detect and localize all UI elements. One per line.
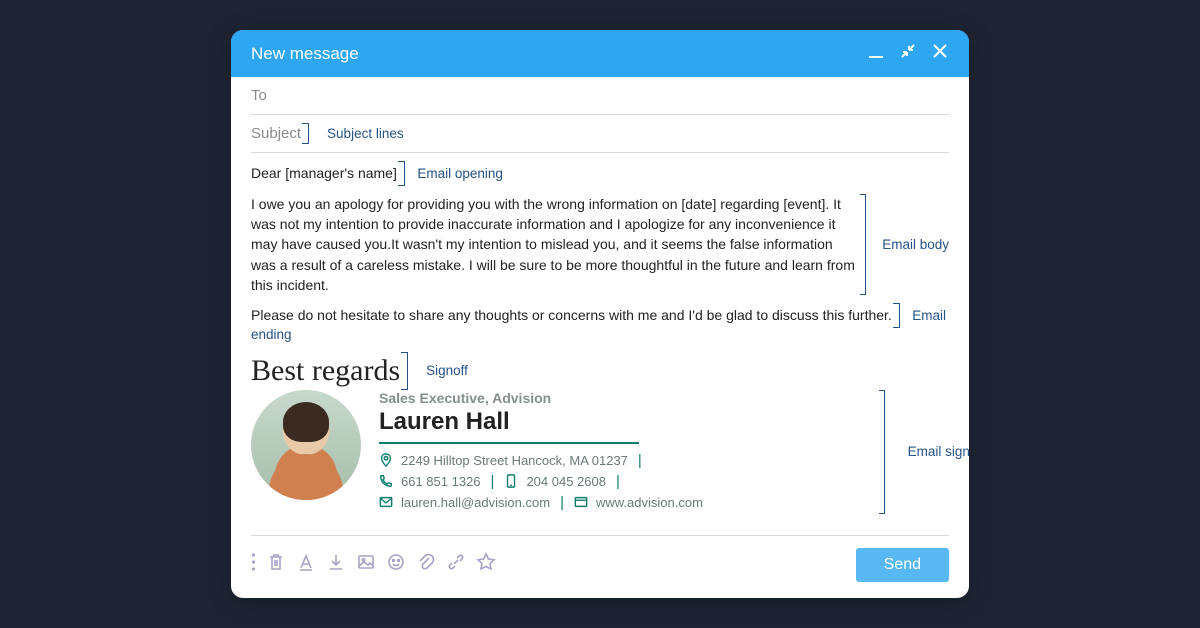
signature-phone2: 204 045 2608	[526, 474, 606, 489]
pin-icon	[379, 453, 393, 467]
link-icon[interactable]	[446, 552, 466, 577]
titlebar: New message	[231, 30, 969, 77]
font-icon[interactable]	[296, 552, 316, 577]
signature-address: 2249 Hilltop Street Hancock, MA 01237	[401, 453, 628, 468]
annotation-subject: Subject lines	[327, 126, 404, 141]
email-body-area[interactable]: Dear [manager's name] Email opening I ow…	[231, 153, 969, 520]
signoff-text: Best regards	[251, 354, 400, 387]
star-icon[interactable]	[476, 552, 496, 577]
phone-icon	[379, 474, 393, 488]
signature-email: lauren.hall@advision.com	[401, 495, 550, 510]
signature-website: www.advision.com	[596, 495, 703, 510]
image-icon[interactable]	[356, 552, 376, 577]
greeting-text: Dear [manager's name]	[251, 165, 397, 181]
signature-block: Sales Executive, Advision Lauren Hall 22…	[251, 390, 949, 515]
closing-line: Please do not hesitate to share any thou…	[251, 307, 892, 323]
annotation-opening: Email opening	[417, 166, 503, 181]
annotation-signature: Email signature/footer	[908, 444, 969, 459]
to-placeholder: To	[251, 87, 267, 104]
attachment-icon[interactable]	[416, 552, 436, 577]
signature-title: Sales Executive, Advision	[379, 390, 879, 406]
subject-placeholder: Subject	[251, 125, 301, 142]
collapse-icon[interactable]	[899, 42, 917, 65]
minimize-icon[interactable]	[867, 42, 885, 65]
compose-window: New message To Subject Subject lines Dea…	[231, 30, 969, 597]
mobile-icon	[504, 474, 518, 488]
annotation-signoff: Signoff	[426, 363, 468, 378]
annotation-body: Email body	[882, 237, 949, 252]
send-button[interactable]: Send	[856, 548, 949, 582]
signature-divider	[379, 442, 639, 444]
bracket-icon	[860, 194, 866, 295]
emoji-icon[interactable]	[386, 552, 406, 577]
window-title: New message	[251, 44, 359, 64]
compose-toolbar: Send	[231, 536, 969, 598]
email-icon	[379, 495, 393, 509]
download-icon[interactable]	[326, 552, 346, 577]
bracket-icon	[879, 390, 885, 514]
signature-phone1: 661 851 1326	[401, 474, 481, 489]
trash-icon[interactable]	[266, 552, 286, 577]
subject-field[interactable]: Subject Subject lines	[251, 115, 949, 153]
more-icon[interactable]	[251, 552, 256, 577]
signature-name: Lauren Hall	[379, 408, 879, 436]
website-icon	[574, 495, 588, 509]
body-paragraph: I owe you an apology for providing you w…	[251, 194, 856, 295]
close-icon[interactable]	[931, 42, 949, 65]
avatar	[251, 390, 361, 500]
to-field[interactable]: To	[251, 77, 949, 115]
